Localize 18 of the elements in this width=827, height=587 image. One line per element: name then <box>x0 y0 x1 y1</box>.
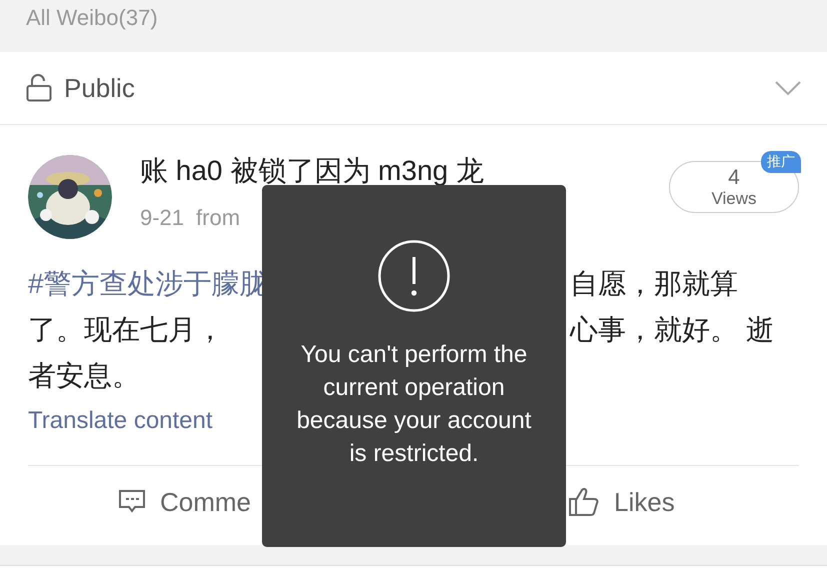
post-text: 了。现在七月， <box>28 314 224 345</box>
likes-button[interactable]: Likes <box>568 486 675 518</box>
translate-link[interactable]: Translate content <box>28 407 213 435</box>
exclamation-icon <box>378 240 450 312</box>
post-date: 9-21 <box>140 205 184 231</box>
toast-message: You can't perform the current operation because your account is restricted. <box>296 340 532 469</box>
padlock-icon <box>26 74 52 102</box>
post-text: 者安息。 <box>28 360 140 391</box>
views-count: 4 <box>728 167 740 189</box>
post-text: 自愿，那就算 <box>570 268 738 299</box>
post-source: from <box>196 205 240 231</box>
section-title: All Weibo(37) <box>26 7 158 29</box>
comments-button[interactable]: Comme <box>118 486 252 518</box>
thumbs-up-icon <box>568 487 600 517</box>
promoted-badge: 推广 <box>761 151 801 173</box>
views-label: Views <box>711 189 757 209</box>
author-name[interactable]: 账 ha0 被锁了因为 m3ng 龙 <box>140 155 484 187</box>
post-text: 心事，就好。 逝 <box>570 314 774 345</box>
